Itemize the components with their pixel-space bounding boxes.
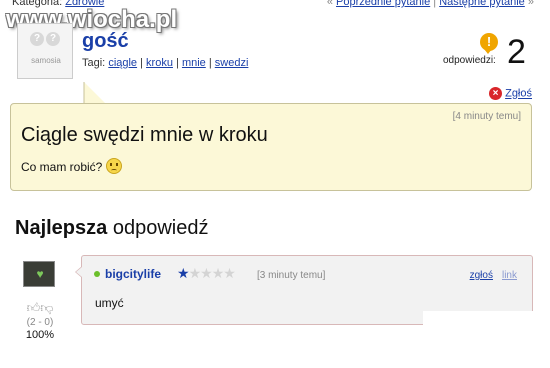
tag-link[interactable]: ciągle <box>108 57 137 69</box>
vote-thumbs: 👍︎👎︎ <box>17 300 63 316</box>
thumbs-up-icon[interactable]: 👍︎ <box>27 300 41 315</box>
report-question-link[interactable]: Zgłoś <box>505 88 532 100</box>
star-empty-icon: ★ <box>200 265 213 281</box>
best-answer-heading-rest: odpowiedź <box>112 217 209 239</box>
report-close-icon: × <box>489 87 503 100</box>
answer-text: umyć <box>95 296 124 310</box>
star-empty-icon: ★ <box>223 265 236 281</box>
answer-votes: 👍︎👎︎ (2 - 0) 100% <box>17 300 63 341</box>
star-filled-icon: ★ <box>177 265 190 281</box>
star-empty-icon: ★ <box>211 265 225 281</box>
answer-permalink[interactable]: link <box>502 270 517 281</box>
question-title: Ciągle swędzi mnie w kroku <box>21 124 268 146</box>
question-body: Co mam robić? <box>21 158 123 176</box>
avatar-brand: samosia <box>31 56 61 65</box>
answer-actions: zgłoś link <box>461 270 517 281</box>
report-answer-link[interactable]: zgłoś <box>470 270 493 281</box>
tags-row: Tagi: ciągle | kroku | mnie | swedzi <box>82 57 249 69</box>
question-navigation: « Poprzednie pytanie | Następne pytanie … <box>327 0 534 8</box>
vote-ratio: (2 - 0) <box>26 317 54 328</box>
question-author-name[interactable]: gość <box>82 30 129 53</box>
question-body-text: Co mam robić? <box>21 160 103 175</box>
answers-count: 2 <box>507 33 526 71</box>
thumbs-down-icon[interactable]: 👎︎ <box>40 300 53 315</box>
tag-link[interactable]: kroku <box>146 57 173 69</box>
question-mark-icon-2: ? <box>46 32 60 46</box>
heart-icon: ♥ <box>36 267 44 281</box>
speech-bubble-tail <box>83 82 106 105</box>
tag-link[interactable]: mnie <box>182 57 206 69</box>
answers-bubble-icon: ! <box>480 33 498 54</box>
answer-bubble-tail <box>75 266 82 278</box>
best-answer-heading: Najlepsza odpowiedź <box>15 217 208 240</box>
vote-percent: 100% <box>25 329 55 341</box>
star-empty-icon: ★ <box>188 265 202 281</box>
question-box: [4 minuty temu] Ciągle swędzi mnie w kro… <box>10 103 532 191</box>
prev-arrows: « <box>326 0 333 8</box>
tags-label: Tagi: <box>82 57 106 69</box>
tag-link[interactable]: swedzi <box>215 57 249 69</box>
answer-author-avatar[interactable]: ♥ <box>23 261 55 287</box>
online-status-icon <box>94 271 100 277</box>
nav-separator: | <box>433 0 437 8</box>
report-question[interactable]: × Zgłoś <box>489 87 532 100</box>
question-timestamp: [4 minuty temu] <box>452 111 521 122</box>
question-mark-icon: ? <box>30 32 44 46</box>
best-answer-heading-bold: Najlepsza <box>15 217 108 239</box>
answer-box: bigcitylife ★★★★★ [3 minuty temu] zgłoś l… <box>75 255 533 325</box>
answer-box-overlay <box>423 311 533 325</box>
answer-author-name[interactable]: bigcitylife <box>105 267 161 281</box>
answer-timestamp: [3 minuty temu] <box>257 270 326 281</box>
next-arrows: » <box>527 0 534 8</box>
worried-smiley-icon <box>106 158 123 174</box>
next-question-link[interactable]: Następne pytanie <box>439 0 525 8</box>
rating-stars: ★★★★★ <box>177 265 236 282</box>
previous-question-link[interactable]: Poprzednie pytanie <box>336 0 430 8</box>
question-author-avatar[interactable]: ? ? samosia <box>17 23 73 79</box>
answers-label: odpowiedzi: <box>443 55 496 66</box>
